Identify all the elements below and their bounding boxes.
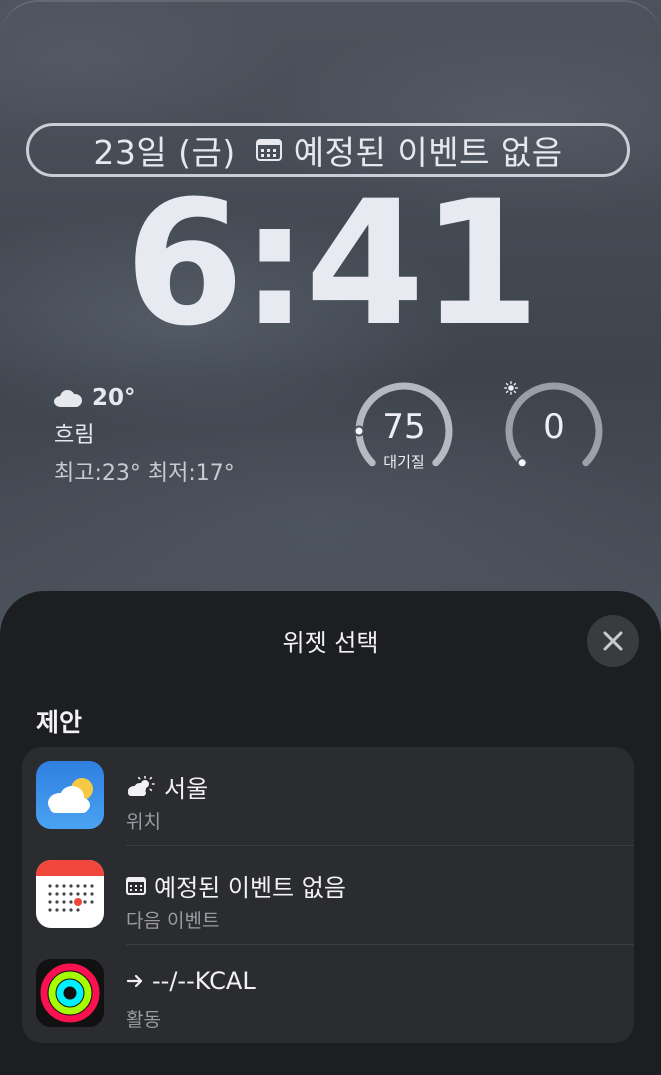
calendar-app-icon (36, 860, 104, 928)
cloud-icon (54, 389, 84, 407)
close-button[interactable] (587, 615, 639, 667)
suggestions-list: 서울 위치 예정된 이벤트 없음 다음 이벤트 --/--KCAL 활동 (22, 747, 634, 1043)
calendar-icon (255, 139, 282, 161)
partly-sunny-icon (128, 775, 155, 796)
lock-screen-editor: 23일 (금) 예정된 이벤트 없음 6:41 20° 흐림 최고:23° 최저… (0, 0, 661, 1075)
suggestion-activity-title: --/--KCAL (152, 967, 256, 995)
suggestion-weather[interactable]: 서울 위치 (22, 747, 634, 845)
sun-icon (504, 381, 518, 395)
lock-clock[interactable]: 6:41 (0, 178, 661, 350)
suggestion-activity-subtitle: 활동 (126, 1009, 161, 1031)
close-icon (603, 631, 623, 651)
air-quality-label: 대기질 (383, 453, 425, 471)
uv-value: 0 (543, 407, 565, 447)
weather-app-icon (36, 761, 104, 829)
weather-temperature: 20° (92, 385, 136, 411)
suggestion-calendar[interactable]: 예정된 이벤트 없음 다음 이벤트 (22, 846, 634, 944)
widget-picker-sheet: 위젯 선택 제안 서울 위치 예정된 이벤트 없음 다음 이벤트 --/--KC… (0, 591, 661, 1075)
suggestion-calendar-subtitle: 다음 이벤트 (126, 910, 220, 932)
sheet-title: 위젯 선택 (282, 629, 379, 657)
weather-condition: 흐림 (54, 423, 95, 448)
arrow-right-icon (126, 974, 143, 988)
suggestions-heading: 제안 (36, 708, 83, 737)
weather-widget[interactable]: 20° 흐림 최고:23° 최저:17° (54, 385, 235, 487)
device-frame-edge (0, 0, 661, 40)
weather-high-low: 최고:23° 최저:17° (54, 461, 235, 486)
calendar-icon (126, 876, 146, 895)
suggestion-activity[interactable]: --/--KCAL 활동 (22, 945, 634, 1043)
air-quality-value: 75 (382, 407, 426, 447)
activity-app-icon (36, 959, 104, 1027)
suggestion-calendar-title: 예정된 이벤트 없음 (154, 874, 346, 902)
air-quality-gauge[interactable]: 75 대기질 (354, 381, 454, 481)
suggestion-weather-title: 서울 (164, 775, 209, 803)
suggestion-weather-subtitle: 위치 (126, 811, 161, 833)
uv-index-gauge[interactable]: 0 (504, 381, 604, 481)
